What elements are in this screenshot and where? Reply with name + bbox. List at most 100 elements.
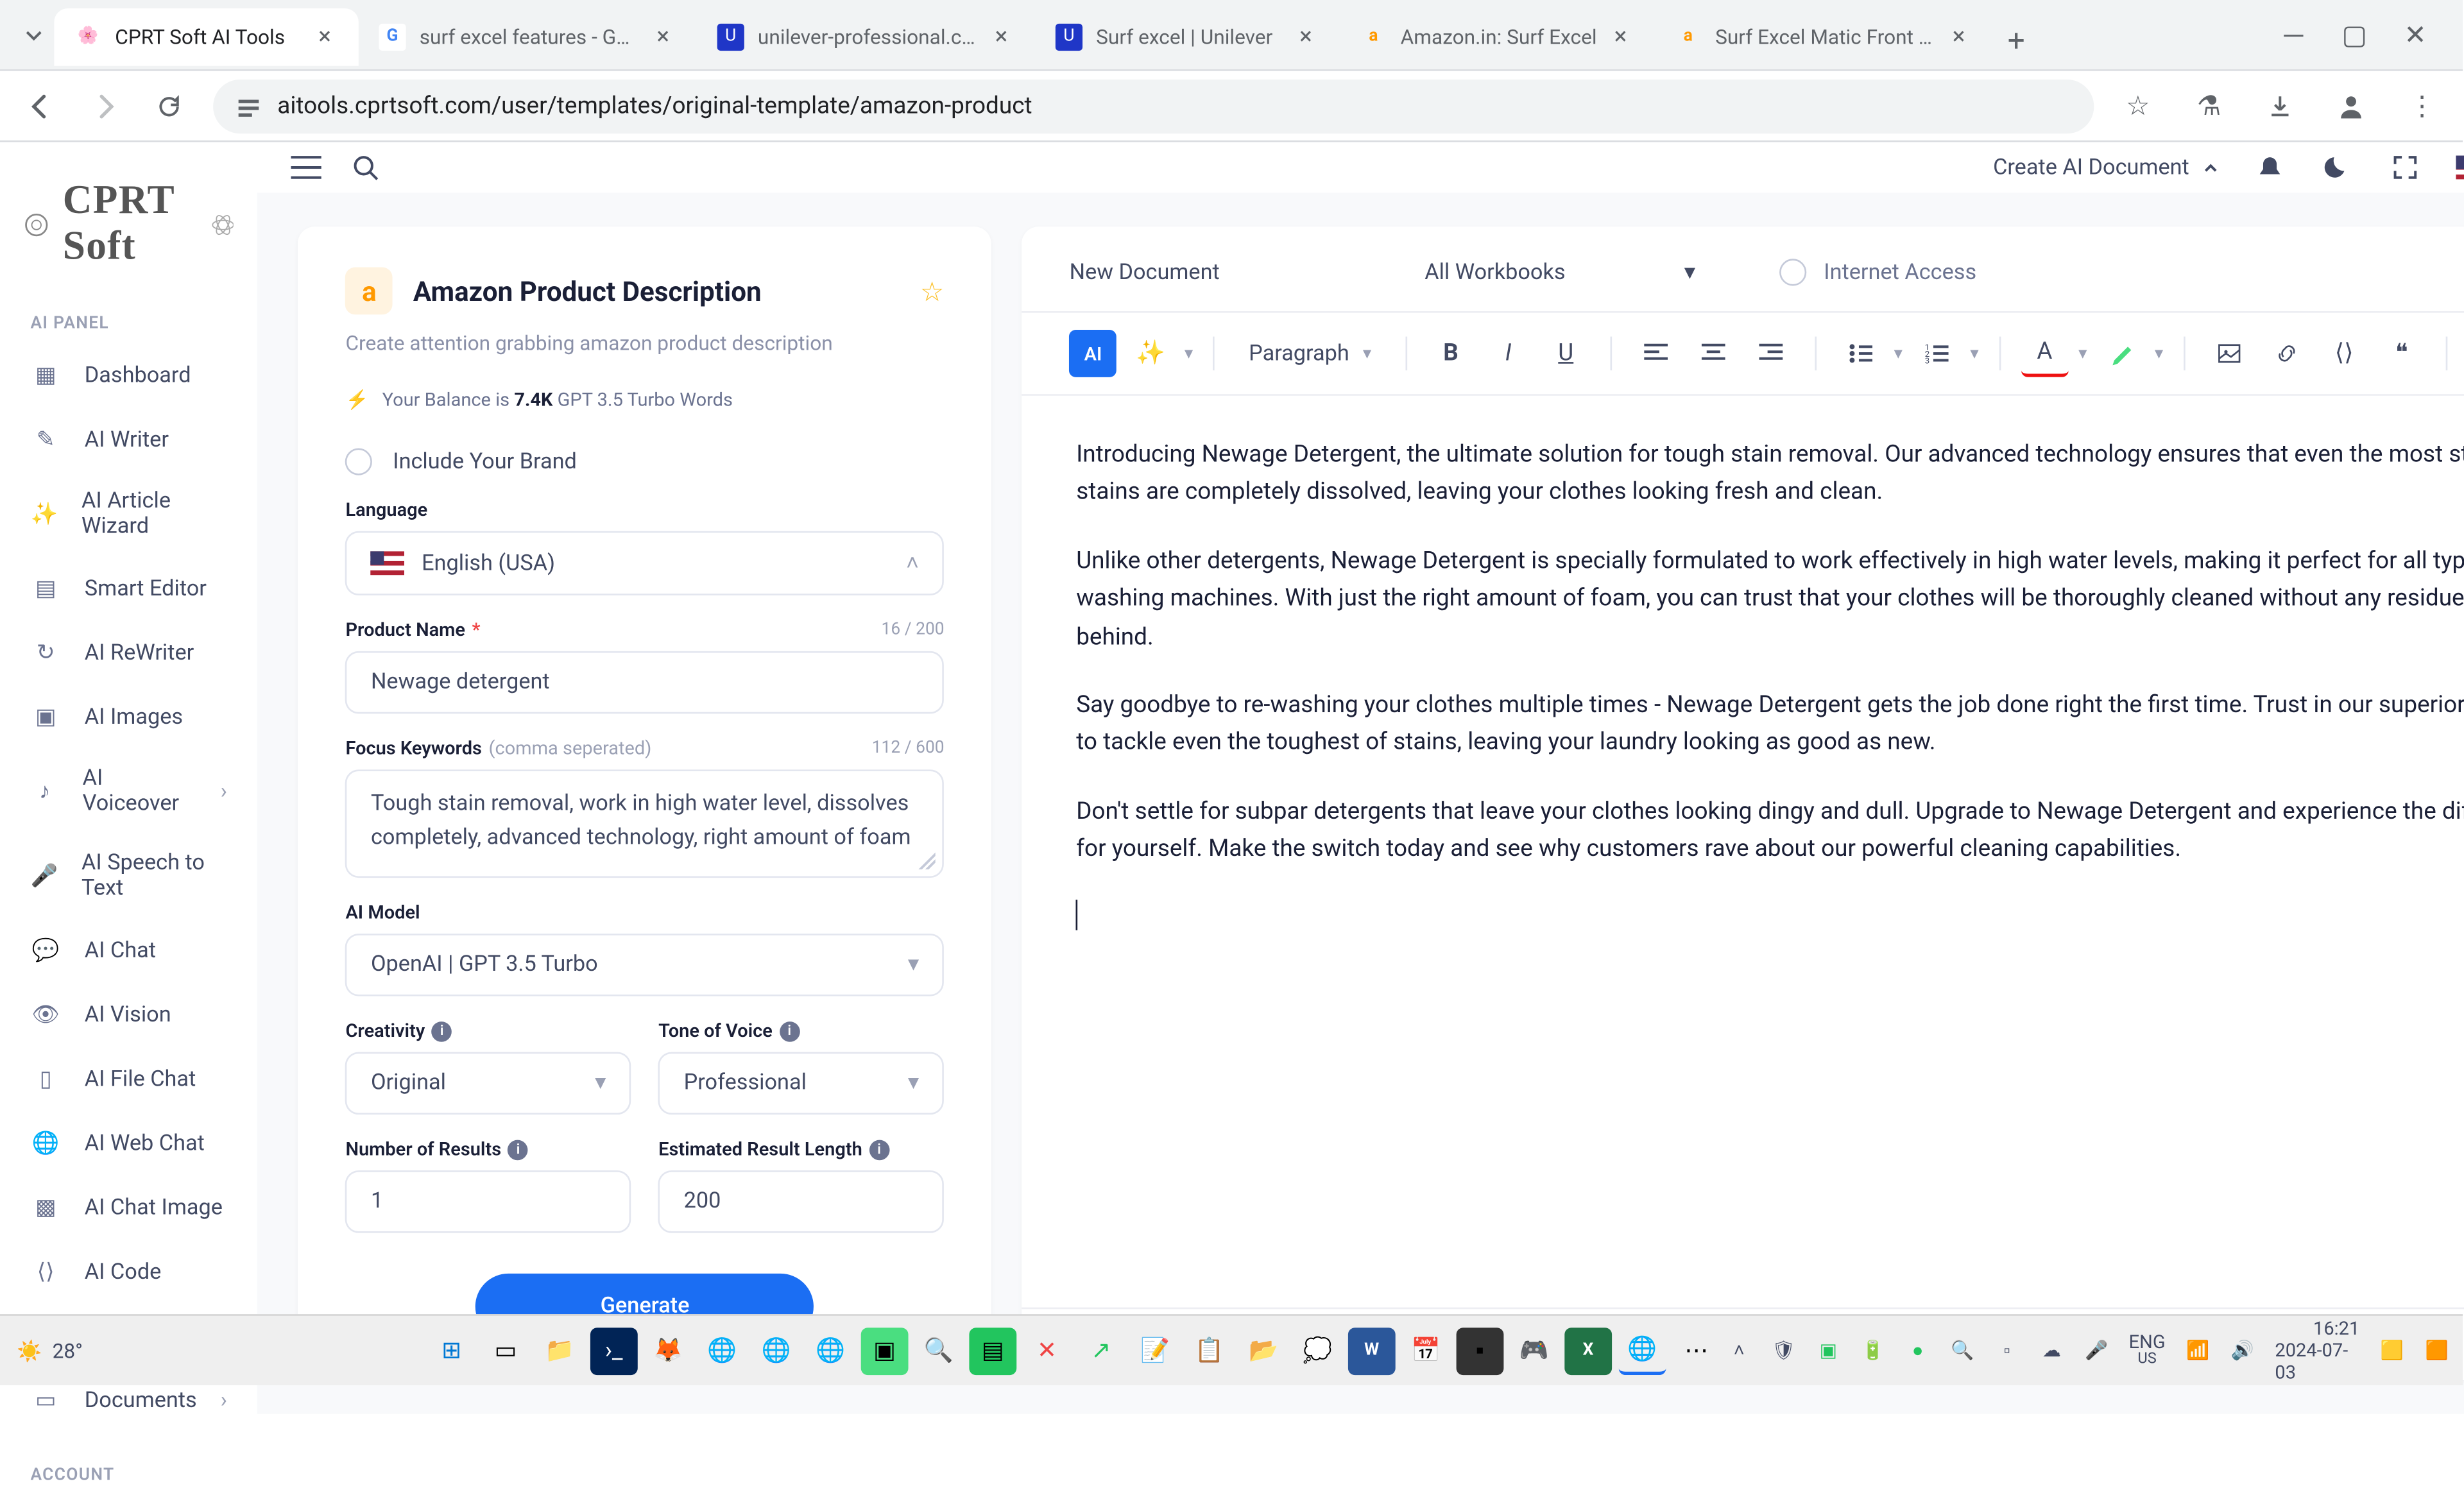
sidebar-item-smart-editor[interactable]: ▤Smart Editor (0, 556, 257, 620)
creativity-select[interactable]: Original ▾ (345, 1052, 631, 1115)
theme-toggle-button[interactable] (2321, 151, 2355, 185)
steam-button[interactable]: 🎮 (1510, 1327, 1558, 1374)
fullscreen-button[interactable] (2389, 151, 2423, 185)
chevron-down-icon[interactable]: ▾ (1970, 344, 1978, 363)
app-button[interactable]: ▤ (969, 1327, 1016, 1374)
code-button[interactable]: ⟨⟩ (2320, 330, 2368, 377)
app-button[interactable]: ↗ (1077, 1327, 1125, 1374)
sidebar-item-voiceover[interactable]: ♪AI Voiceover› (0, 749, 257, 834)
internet-access-toggle[interactable]: Internet Access (1780, 259, 1976, 286)
close-icon[interactable]: × (988, 23, 1014, 50)
close-icon[interactable]: × (649, 23, 676, 50)
tab-google-search[interactable]: G surf excel features - Google Se × (359, 8, 697, 65)
clock[interactable]: 16:21 2024-07-03 (2275, 1317, 2359, 1384)
app-button[interactable]: 📋 (1186, 1327, 1233, 1374)
chrome-3-button[interactable]: 🌐 (807, 1327, 854, 1374)
search-button[interactable] (352, 154, 379, 181)
tray-app-icon[interactable]: 🔋 (1861, 1337, 1885, 1364)
sidebar-item-chat-image[interactable]: ▩AI Chat Image (0, 1175, 257, 1240)
workbook-select[interactable]: All Workbooks ▾ (1425, 260, 1695, 286)
chrome-button[interactable]: 🌐 (699, 1327, 746, 1374)
app-button[interactable]: 💭 (1294, 1327, 1341, 1374)
favorite-button[interactable]: ☆ (920, 275, 945, 307)
product-name-input[interactable]: Newage detergent (345, 651, 944, 714)
close-icon[interactable]: × (311, 23, 338, 50)
align-right-button[interactable] (1747, 330, 1794, 377)
underline-button[interactable]: U (1542, 330, 1589, 377)
info-icon[interactable]: i (432, 1021, 452, 1041)
language-selector[interactable]: En (2456, 155, 2464, 180)
maximize-button[interactable]: ▢ (2341, 21, 2368, 48)
numbered-list-button[interactable]: 123 (1913, 330, 1960, 377)
chrome-active-button[interactable]: 🌐 (1618, 1327, 1666, 1374)
address-bar[interactable]: aitools.cprtsoft.com/user/templates/orig… (213, 79, 2094, 133)
weather-widget[interactable]: ☀️ 28° (17, 1338, 83, 1362)
new-tab-button[interactable]: + (1992, 18, 2040, 65)
tray-app-icon[interactable]: ▣ (1816, 1337, 1840, 1364)
tray-app-icon[interactable]: 🛡 (1772, 1337, 1796, 1364)
document-name-input[interactable]: New Document (1070, 260, 1374, 286)
tray-mic-icon[interactable]: 🎤 (2084, 1337, 2109, 1364)
minimize-button[interactable]: ─ (2280, 21, 2307, 48)
sidebar-item-vision[interactable]: 👁AI Vision (0, 983, 257, 1047)
chrome-2-button[interactable]: 🌐 (753, 1327, 800, 1374)
word-button[interactable]: W (1348, 1327, 1396, 1374)
task-view-button[interactable]: ▭ (482, 1327, 529, 1374)
tab-unilever-prof[interactable]: U unilever-professional.com × (697, 8, 1035, 65)
sidebar-item-dashboard[interactable]: ▦Dashboard (0, 343, 257, 407)
sidebar-item-file-chat[interactable]: ▯AI File Chat (0, 1047, 257, 1111)
link-button[interactable] (2263, 330, 2311, 377)
image-button[interactable] (2205, 330, 2253, 377)
sidebar-item-chat[interactable]: 💬AI Chat (0, 918, 257, 982)
keyboard-lang[interactable]: ENG (2129, 1332, 2166, 1353)
tab-cprt-soft[interactable]: 🌸 CPRT Soft AI Tools × (54, 8, 358, 65)
more-apps-button[interactable]: ⋯ (1673, 1327, 1720, 1374)
chevron-down-icon[interactable]: ▾ (2155, 344, 2163, 363)
magic-wand-button[interactable]: ✨ (1127, 330, 1174, 377)
logo[interactable]: CPRT Soft (0, 166, 257, 304)
info-icon[interactable]: i (869, 1139, 889, 1159)
file-explorer-button[interactable]: 📁 (536, 1327, 583, 1374)
sidebar-item-rewriter[interactable]: ↻AI ReWriter (0, 620, 257, 685)
tray-app-icon[interactable]: ▫ (1995, 1337, 2019, 1364)
site-info-icon[interactable] (237, 94, 261, 117)
tray-app-icon[interactable]: 🟨 (2380, 1337, 2404, 1364)
labs-button[interactable]: ⚗ (2189, 85, 2229, 126)
tab-surf-excel-unilever[interactable]: U Surf excel | Unilever × (1035, 8, 1339, 65)
tab-amazon-surf-excel[interactable]: a Amazon.in: Surf Excel × (1340, 8, 1654, 65)
include-brand-toggle[interactable]: Include Your Brand (345, 448, 944, 475)
chevron-down-icon[interactable]: ▾ (1185, 344, 1193, 363)
firefox-button[interactable]: 🦊 (644, 1327, 692, 1374)
length-input[interactable]: 200 (658, 1170, 944, 1233)
tone-select[interactable]: Professional ▾ (658, 1052, 944, 1115)
calendar-button[interactable]: 📅 (1402, 1327, 1450, 1374)
language-select[interactable]: English (USA) ˄ (345, 531, 944, 595)
bullet-list-button[interactable] (1836, 330, 1884, 377)
close-window-button[interactable]: ✕ (2402, 21, 2429, 48)
keywords-textarea[interactable]: Tough stain removal, work in high water … (345, 769, 944, 878)
chevron-down-icon[interactable]: ▾ (2078, 344, 2087, 363)
start-button[interactable]: ⊞ (428, 1327, 475, 1374)
highlight-button[interactable] (2097, 330, 2144, 377)
excel-button[interactable]: X (1564, 1327, 1612, 1374)
profile-button[interactable] (2331, 85, 2371, 126)
notifications-button[interactable] (2254, 151, 2288, 185)
paragraph-style-select[interactable]: Paragraph ▾ (1235, 341, 1385, 366)
notepad-button[interactable]: 📝 (1131, 1327, 1179, 1374)
italic-button[interactable]: I (1485, 330, 1532, 377)
tray-cloud-icon[interactable]: ☁ (2039, 1337, 2064, 1364)
info-icon[interactable]: i (779, 1021, 800, 1041)
resize-handle[interactable] (919, 853, 936, 869)
app-button[interactable]: ▪ (1456, 1327, 1503, 1374)
sidebar-item-images[interactable]: ▣AI Images (0, 685, 257, 749)
close-icon[interactable]: × (1292, 23, 1319, 50)
sidebar-item-article-wizard[interactable]: ✨AI Article Wizard (0, 472, 257, 556)
sidebar-item-code[interactable]: ⟨⟩AI Code (0, 1240, 257, 1304)
bold-button[interactable]: B (1427, 330, 1475, 377)
text-color-button[interactable]: A (2021, 330, 2069, 377)
ai-model-select[interactable]: OpenAI | GPT 3.5 Turbo ▾ (345, 934, 944, 996)
app-button[interactable]: ▣ (861, 1327, 909, 1374)
sidebar-item-web-chat[interactable]: 🌐AI Web Chat (0, 1111, 257, 1175)
results-input[interactable]: 1 (345, 1170, 631, 1233)
tray-chevron-button[interactable]: ˄ (1727, 1337, 1751, 1364)
